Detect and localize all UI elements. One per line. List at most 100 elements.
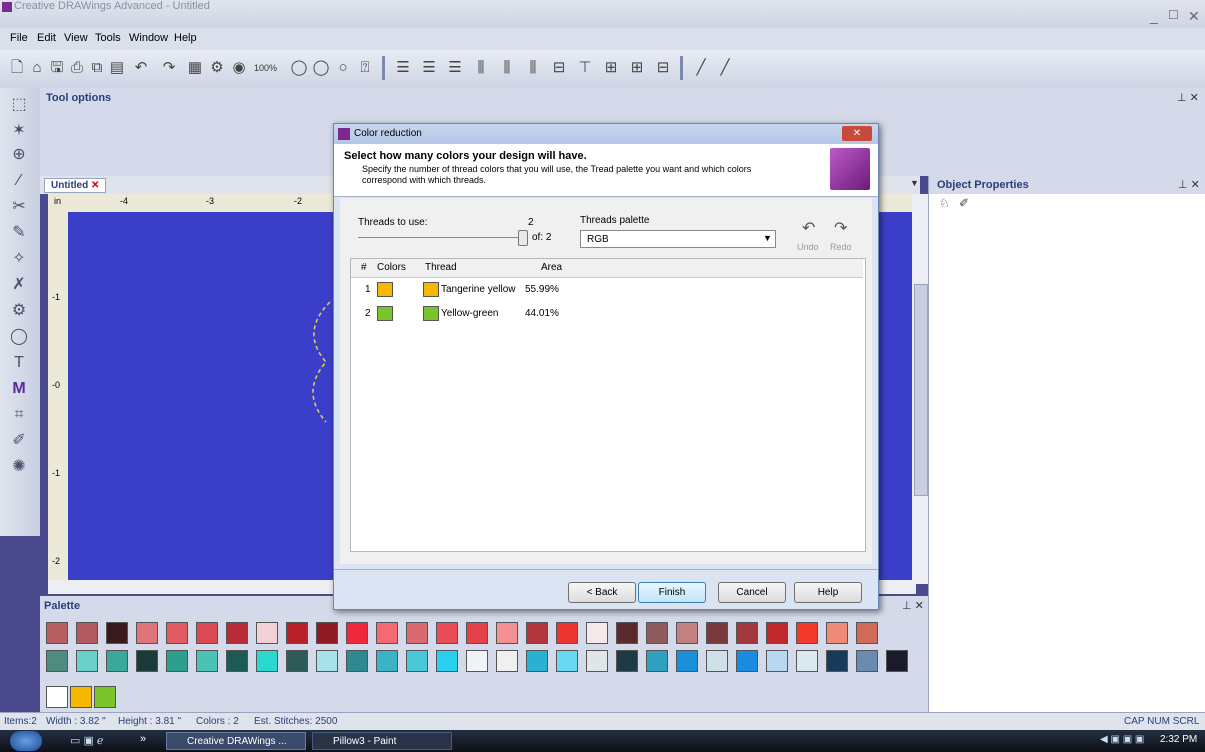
start-button[interactable] xyxy=(10,731,42,751)
scroll-thumb[interactable] xyxy=(914,284,928,496)
distribute-h-icon[interactable]: ⊟ xyxy=(550,58,568,78)
back-button[interactable]: < Back xyxy=(568,582,636,603)
threads-slider-thumb[interactable] xyxy=(518,230,528,246)
palette-swatch[interactable] xyxy=(226,650,248,672)
palette-swatch[interactable] xyxy=(706,650,728,672)
palette-swatch[interactable] xyxy=(586,650,608,672)
align-top-icon[interactable]: ⫼ xyxy=(472,58,490,78)
same-size-icon[interactable]: ⊞ xyxy=(602,58,620,78)
palette-swatch[interactable] xyxy=(496,622,518,644)
palette-swatch[interactable] xyxy=(586,622,608,644)
palette-swatch[interactable] xyxy=(736,622,758,644)
redo-arrow-icon[interactable]: ↷ xyxy=(834,218,847,238)
palette-swatch[interactable] xyxy=(856,622,878,644)
palette-swatch[interactable] xyxy=(76,622,98,644)
help-pointer-icon[interactable]: ⍰ xyxy=(356,58,374,78)
circle-tool-icon[interactable]: ◯ xyxy=(8,326,30,348)
palette-swatch[interactable] xyxy=(346,622,368,644)
task-drawings[interactable]: Creative DRAWings ... xyxy=(166,732,306,750)
palette-swatch[interactable] xyxy=(106,650,128,672)
print-icon[interactable]: ⎙ xyxy=(68,58,86,78)
palette-swatch[interactable] xyxy=(676,650,698,672)
palette-swatch[interactable] xyxy=(136,650,158,672)
palette-swatch[interactable] xyxy=(436,650,458,672)
text-tool-icon[interactable]: T xyxy=(8,352,30,374)
palette-swatch[interactable] xyxy=(706,622,728,644)
quicklaunch-icon[interactable]: ▭ ▣ ℯ xyxy=(70,734,103,747)
palette-swatch[interactable] xyxy=(256,650,278,672)
palette-swatch[interactable] xyxy=(256,622,278,644)
zoom-level[interactable]: 100% xyxy=(254,63,277,73)
tab-dropdown-icon[interactable]: ▼ xyxy=(910,178,919,188)
fill-icon[interactable]: ♘ xyxy=(939,196,950,210)
palette-swatch[interactable] xyxy=(106,622,128,644)
same-height-icon[interactable]: ⊟ xyxy=(654,58,672,78)
palette-swatch[interactable] xyxy=(856,650,878,672)
align-right-icon[interactable]: ☰ xyxy=(446,58,464,78)
pin-icon[interactable]: ⊥ ✕ xyxy=(902,599,924,612)
palette-swatch[interactable] xyxy=(616,622,638,644)
palette-swatch[interactable] xyxy=(166,622,188,644)
zoom-icon[interactable]: ⚙ xyxy=(208,58,226,78)
palette-swatch[interactable] xyxy=(406,650,428,672)
palette-swatch[interactable] xyxy=(46,650,68,672)
palette-swatch[interactable] xyxy=(376,622,398,644)
palette-swatch[interactable] xyxy=(94,686,116,708)
palette-swatch[interactable] xyxy=(766,622,788,644)
undo-arrow-icon[interactable]: ↶ xyxy=(802,218,815,238)
task-paint[interactable]: Pillow3 - Paint xyxy=(312,732,452,750)
open-icon[interactable]: ⌂ xyxy=(28,58,46,78)
help-button[interactable]: Help xyxy=(794,582,862,603)
redo-icon[interactable]: ↷ xyxy=(160,58,178,78)
monogram-icon[interactable]: M xyxy=(8,378,30,400)
close-button[interactable]: ✕ xyxy=(1188,8,1200,25)
palette-swatch[interactable] xyxy=(466,650,488,672)
pencil-tool-icon[interactable]: ✎ xyxy=(8,222,30,244)
tray-icons[interactable]: ◀ ▣ ▣ ▣ xyxy=(1100,734,1144,745)
palette-swatch[interactable] xyxy=(526,622,548,644)
palette-swatch[interactable] xyxy=(286,650,308,672)
light-icon[interactable]: ✺ xyxy=(8,456,30,478)
lasso-icon[interactable]: ○ xyxy=(334,58,352,78)
dialog-close-button[interactable]: ✕ xyxy=(842,126,872,141)
row-color-swatch[interactable] xyxy=(377,306,393,321)
palette-swatch[interactable] xyxy=(436,622,458,644)
shape2-icon[interactable]: ◯ xyxy=(312,58,330,78)
pen-icon[interactable]: ╱ xyxy=(692,58,710,78)
table-row[interactable]: 1 Tangerine yellow 55.99% xyxy=(351,279,863,301)
palette-swatch[interactable] xyxy=(286,622,308,644)
sparkle-icon[interactable]: ✧ xyxy=(8,248,30,270)
palette-swatch[interactable] xyxy=(676,622,698,644)
distribute-v-icon[interactable]: ⊤ xyxy=(576,58,594,78)
node-edit-icon[interactable]: ✶ xyxy=(8,120,30,142)
palette-swatch[interactable] xyxy=(166,650,188,672)
pen-arrow-icon[interactable]: ╱ xyxy=(716,58,734,78)
palette-swatch[interactable] xyxy=(826,622,848,644)
finish-button[interactable]: Finish xyxy=(638,582,706,603)
align-bottom-icon[interactable]: ⫼ xyxy=(524,58,542,78)
select-icon[interactable]: ⬚ xyxy=(8,94,30,116)
palette-swatch[interactable] xyxy=(76,650,98,672)
palette-swatch[interactable] xyxy=(466,622,488,644)
maximize-button[interactable]: ☐ xyxy=(1168,8,1179,22)
menu-tools[interactable]: Tools xyxy=(95,32,121,44)
palette-swatch[interactable] xyxy=(46,622,68,644)
menu-help[interactable]: Help xyxy=(174,32,197,44)
palette-swatch[interactable] xyxy=(316,650,338,672)
palette-swatch[interactable] xyxy=(196,650,218,672)
palette-swatch[interactable] xyxy=(376,650,398,672)
palette-swatch[interactable] xyxy=(406,622,428,644)
menu-window[interactable]: Window xyxy=(129,32,168,44)
align-middle-icon[interactable]: ⫼ xyxy=(498,58,516,78)
zoom-tool-icon[interactable]: ⊕ xyxy=(8,144,30,166)
vertical-scrollbar[interactable] xyxy=(912,194,928,584)
row-color-swatch[interactable] xyxy=(377,282,393,297)
new-icon[interactable]: 🗋 xyxy=(8,58,26,78)
palette-swatch[interactable] xyxy=(646,650,668,672)
grid-tool-icon[interactable]: ⌗ xyxy=(8,404,30,426)
copy-icon[interactable]: ⧉ xyxy=(88,58,106,78)
align-left-icon[interactable]: ☰ xyxy=(394,58,412,78)
paste-icon[interactable]: ▤ xyxy=(108,58,126,78)
view-icon[interactable]: ◉ xyxy=(230,58,248,78)
stitch-icon[interactable]: ✗ xyxy=(8,274,30,296)
